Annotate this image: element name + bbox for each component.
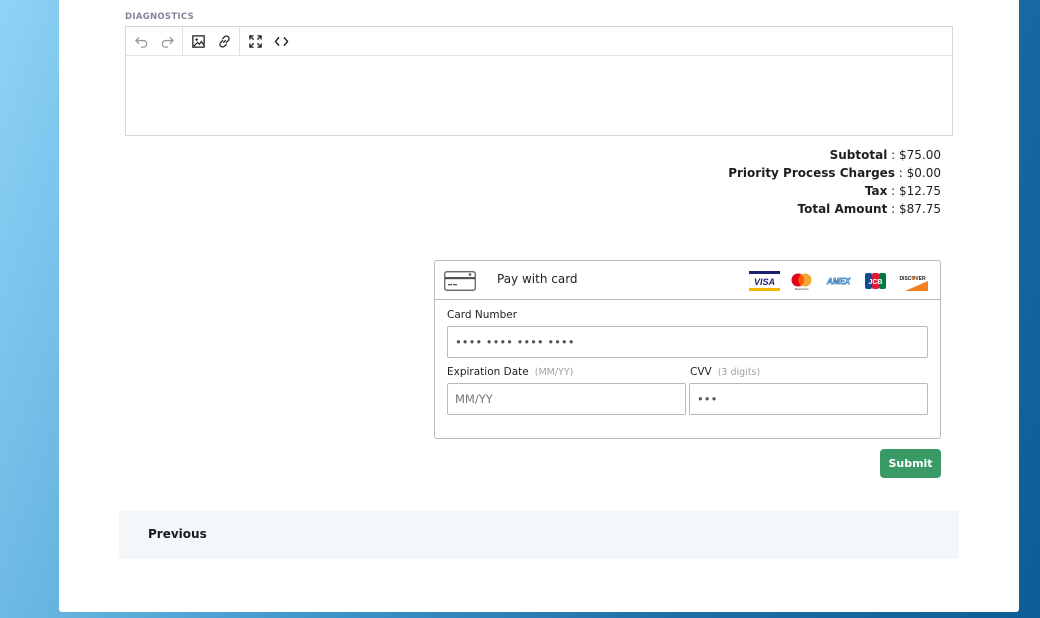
cvv-label: CVV (3 digits) (690, 366, 761, 378)
svg-text:JCB: JCB (868, 279, 882, 286)
view-group (239, 27, 296, 55)
priority-value: $0.00 (906, 166, 941, 180)
subtotal-row: Subtotal : $75.00 (829, 148, 941, 162)
discover-logo-icon: DISCOVER (897, 271, 928, 291)
tax-value: $12.75 (899, 184, 941, 198)
card-number-input[interactable]: •••• •••• •••• •••• (447, 326, 928, 358)
card-number-label: Card Number (447, 309, 518, 321)
history-group (126, 27, 182, 55)
image-icon[interactable] (185, 28, 211, 54)
expiration-label: Expiration Date (MM/YY) (447, 366, 574, 378)
expiration-input[interactable]: MM/YY (447, 383, 686, 415)
tax-row: Tax : $12.75 (864, 184, 941, 198)
svg-text:AMEX: AMEX (826, 277, 851, 286)
expiration-hint: (MM/YY) (534, 367, 574, 378)
mastercard-logo-icon: MasterCard (786, 271, 817, 291)
jcb-logo-icon: JCB (860, 271, 891, 291)
card-brands: VISA MasterCard AMEX JCB DISCOVER (749, 271, 928, 291)
editor-content-area[interactable] (126, 56, 952, 135)
svg-text:VISA: VISA (754, 277, 775, 287)
insert-group (182, 27, 239, 55)
card-form-header: Pay with card VISA MasterCard AMEX JCB D… (435, 261, 940, 300)
redo-icon[interactable] (154, 28, 180, 54)
code-view-icon[interactable] (268, 28, 294, 54)
undo-icon[interactable] (128, 28, 154, 54)
cvv-input[interactable]: ••• (689, 383, 928, 415)
editor-toolbar (126, 27, 952, 56)
fullscreen-icon[interactable] (242, 28, 268, 54)
submit-button[interactable]: Submit (880, 449, 941, 478)
priority-row: Priority Process Charges : $0.00 (728, 166, 941, 180)
card-payment-form: Pay with card VISA MasterCard AMEX JCB D… (434, 260, 941, 439)
svg-text:MasterCard: MasterCard (795, 287, 809, 291)
form-panel: DIAGNOSTICS Subtotal: $75.00 Priority P… (59, 0, 1019, 612)
subtotal-value: $75.00 (899, 148, 941, 162)
cvv-hint: (3 digits) (717, 367, 761, 378)
visa-logo-icon: VISA (749, 271, 780, 291)
previous-button[interactable]: Previous (148, 527, 207, 541)
total-row: Total Amount : $87.75 (797, 202, 942, 216)
link-icon[interactable] (211, 28, 237, 54)
pay-with-card-title: Pay with card (497, 272, 578, 286)
total-value: $87.75 (899, 202, 941, 216)
amex-logo-icon: AMEX (823, 271, 854, 291)
order-totals: Subtotal : $75.00 Priority Process Charg… (728, 146, 941, 218)
form-footer: Previous (119, 511, 959, 559)
credit-card-icon (444, 271, 476, 291)
diagnostics-label: DIAGNOSTICS (125, 12, 195, 22)
diagnostics-editor (125, 26, 953, 136)
